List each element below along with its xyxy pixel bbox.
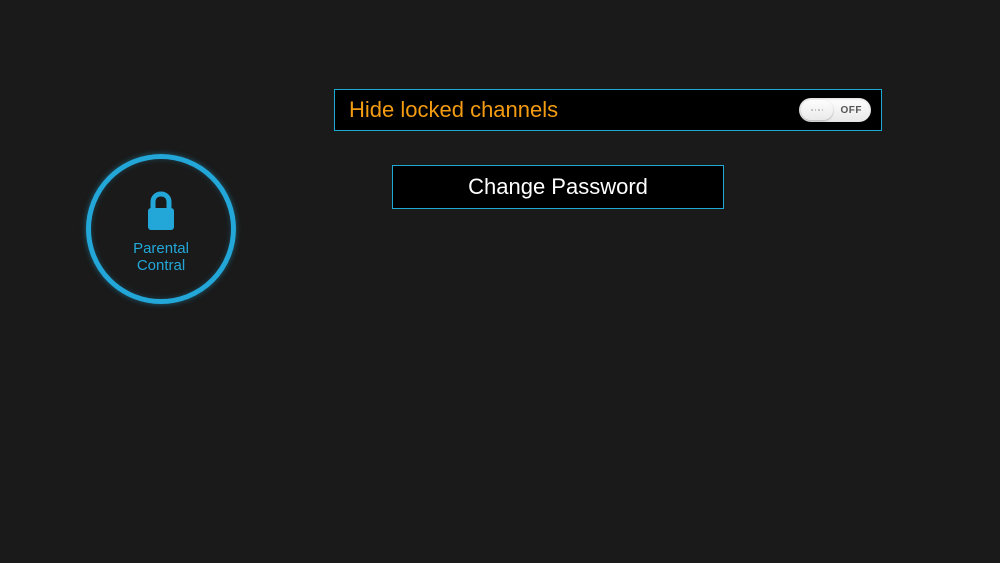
lock-icon <box>141 190 181 234</box>
change-password-button[interactable]: Change Password <box>392 165 724 209</box>
badge-ring: Parental Contral <box>86 154 236 304</box>
hide-locked-toggle[interactable]: OFF <box>799 98 871 122</box>
toggle-knob <box>801 100 833 120</box>
badge-title: Parental Contral <box>133 240 189 275</box>
badge-title-line2: Contral <box>137 257 185 274</box>
parental-control-badge: Parental Contral <box>86 154 236 304</box>
hide-locked-channels-row[interactable]: Hide locked channels OFF <box>334 89 882 131</box>
toggle-state-label: OFF <box>841 105 863 116</box>
badge-title-line1: Parental <box>133 240 189 257</box>
hide-locked-label: Hide locked channels <box>349 97 558 123</box>
change-password-label: Change Password <box>468 174 648 200</box>
